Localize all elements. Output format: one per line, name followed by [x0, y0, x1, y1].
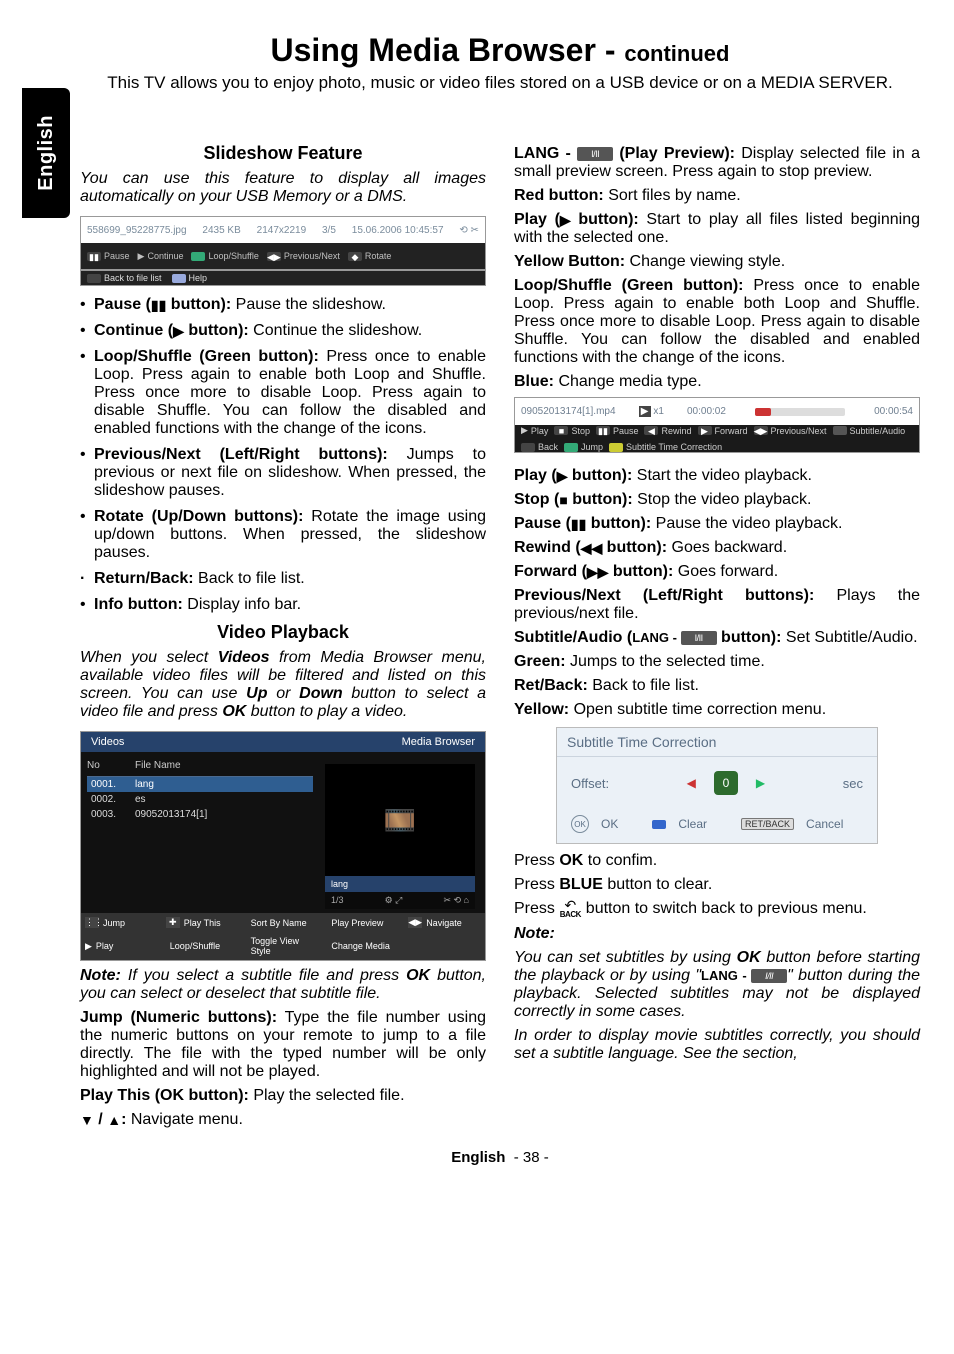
bullet-loop-shuffle: Loop/Shuffle (Green button): Press once …	[80, 348, 486, 438]
page-footer: English - 38 -	[80, 1149, 920, 1166]
right-triangle-icon: ▶	[756, 776, 765, 790]
bullet-info: Info button: Display info bar.	[80, 596, 486, 614]
note-2: In order to display movie subtitles corr…	[514, 1027, 920, 1063]
press-back-paragraph: Press ↶BACK button to switch back to pre…	[514, 900, 920, 919]
bullet-prev-next: Previous/Next (Left/Right buttons): Jump…	[80, 446, 486, 500]
video-lead: When you select Videos from Media Browse…	[80, 649, 486, 721]
video-heading: Video Playback	[80, 622, 486, 643]
intro-text: This TV allows you to enjoy photo, music…	[80, 73, 920, 93]
video-green-paragraph: Green: Jumps to the selected time.	[514, 653, 920, 671]
slideshow-lead: You can use this feature to display all …	[80, 170, 486, 206]
jump-paragraph: Jump (Numeric buttons): Type the file nu…	[80, 1009, 486, 1081]
language-tab-label: English	[35, 115, 58, 191]
red-button-paragraph: Red button: Sort files by name.	[514, 187, 920, 205]
video-browser-screenshot: Videos Media Browser NoFile Name 0001.la…	[80, 731, 486, 961]
bullet-continue: Continue (▶ button): Continue the slides…	[80, 322, 486, 340]
zero-value: 0	[714, 771, 738, 795]
page-title: Using Media Browser - continued	[80, 32, 920, 69]
video-rewind-paragraph: Rewind (◀◀ button): Goes backward.	[514, 539, 920, 557]
blue-paragraph: Blue: Change media type.	[514, 373, 920, 391]
left-column: Slideshow Feature You can use this featu…	[80, 139, 486, 1135]
playback-strip-screenshot: 09052013174[1].mp4 ▶ x1 00:00:02 00:00:5…	[514, 397, 920, 453]
subtitle-correction-screenshot: Subtitle Time Correction Offset: ◀ 0 ▶ s…	[556, 727, 878, 844]
bullet-return-back: Return/Back: Back to file list.	[80, 570, 486, 588]
play-icon: ▶	[560, 213, 571, 227]
note-1: You can set subtitles by using OK button…	[514, 949, 920, 1021]
language-tab: English	[22, 88, 70, 218]
video-subtitle-paragraph: Subtitle/Audio (LANG - I/II button): Set…	[514, 629, 920, 647]
bullet-rotate: Rotate (Up/Down buttons): Rotate the ima…	[80, 508, 486, 562]
navigate-paragraph: ▼ / ▲: Navigate menu.	[80, 1111, 486, 1129]
play-icon: ▶	[557, 469, 568, 483]
ok-circle-icon: OK	[571, 815, 589, 833]
rewind-icon: ◀◀	[581, 541, 603, 555]
film-reel-icon: 🎞️	[384, 805, 416, 836]
video-forward-paragraph: Forward (▶▶ button): Goes forward.	[514, 563, 920, 581]
video-play-paragraph: Play (▶ button): Start the video playbac…	[514, 467, 920, 485]
bullet-pause: Pause (▮▮ button): Pause the slideshow.	[80, 296, 486, 314]
slideshow-heading: Slideshow Feature	[80, 143, 486, 164]
video-retback-paragraph: Ret/Back: Back to file list.	[514, 677, 920, 695]
forward-icon: ▶▶	[587, 565, 609, 579]
back-icon: ↶BACK	[559, 900, 581, 919]
press-blue-paragraph: Press BLUE button to clear.	[514, 876, 920, 894]
play-all-paragraph: Play (▶ button): Start to play all files…	[514, 211, 920, 247]
down-triangle-icon: ▼	[80, 1113, 94, 1127]
video-prevnext-paragraph: Previous/Next (Left/Right buttons): Play…	[514, 587, 920, 623]
slideshow-strip-screenshot: 558699_95228775.jpg 2435 KB 2147x2219 3/…	[80, 216, 486, 270]
lang-icon: I/II	[681, 631, 717, 645]
play-icon: ▶	[173, 324, 184, 338]
video-pause-paragraph: Pause (▮▮ button): Pause the video playb…	[514, 515, 920, 533]
right-column: LANG - I/II (Play Preview): Display sele…	[514, 139, 920, 1135]
lang-preview-paragraph: LANG - I/II (Play Preview): Display sele…	[514, 145, 920, 181]
stop-icon: ■	[559, 493, 567, 507]
video-yellow-paragraph: Yellow: Open subtitle time correction me…	[514, 701, 920, 719]
loop-shuffle-paragraph: Loop/Shuffle (Green button): Press once …	[514, 277, 920, 367]
video-stop-paragraph: Stop (■ button): Stop the video playback…	[514, 491, 920, 509]
pause-icon: ▮▮	[571, 517, 586, 531]
slideshow-strip-screenshot-2: Back to file list Help	[80, 270, 486, 286]
note-heading: Note:	[514, 925, 920, 943]
lang-icon: I/II	[577, 147, 613, 161]
yellow-button-paragraph: Yellow Button: Change viewing style.	[514, 253, 920, 271]
play-this-paragraph: Play This (OK button): Play the selected…	[80, 1087, 486, 1105]
left-triangle-icon: ◀	[687, 776, 696, 790]
pause-icon: ▮▮	[151, 298, 166, 312]
video-note: Note: If you select a subtitle file and …	[80, 967, 486, 1003]
lang-icon: I/II	[751, 969, 787, 983]
press-ok-paragraph: Press OK to confim.	[514, 852, 920, 870]
up-triangle-icon: ▲	[107, 1113, 121, 1127]
